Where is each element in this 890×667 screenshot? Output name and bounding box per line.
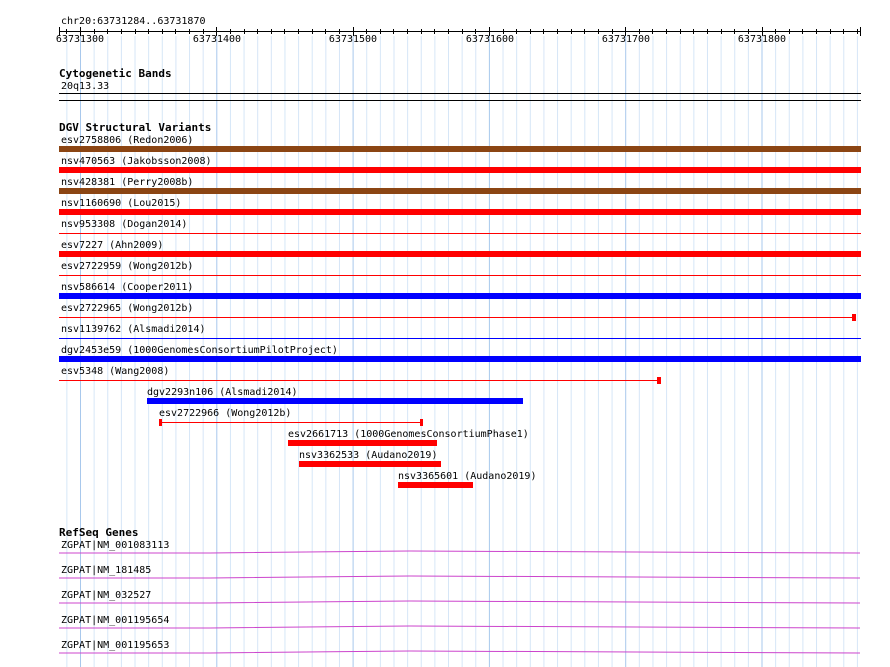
gene-intron-line bbox=[59, 650, 861, 654]
gene-intron-line bbox=[59, 575, 861, 579]
refseq-gene-lines[interactable] bbox=[0, 0, 890, 667]
gene-intron-line bbox=[59, 600, 861, 604]
gene-intron-line bbox=[59, 550, 861, 554]
genome-browser-view: chr20:63731284..63731870 63731300 637314… bbox=[0, 0, 890, 667]
gene-intron-line bbox=[59, 625, 861, 629]
